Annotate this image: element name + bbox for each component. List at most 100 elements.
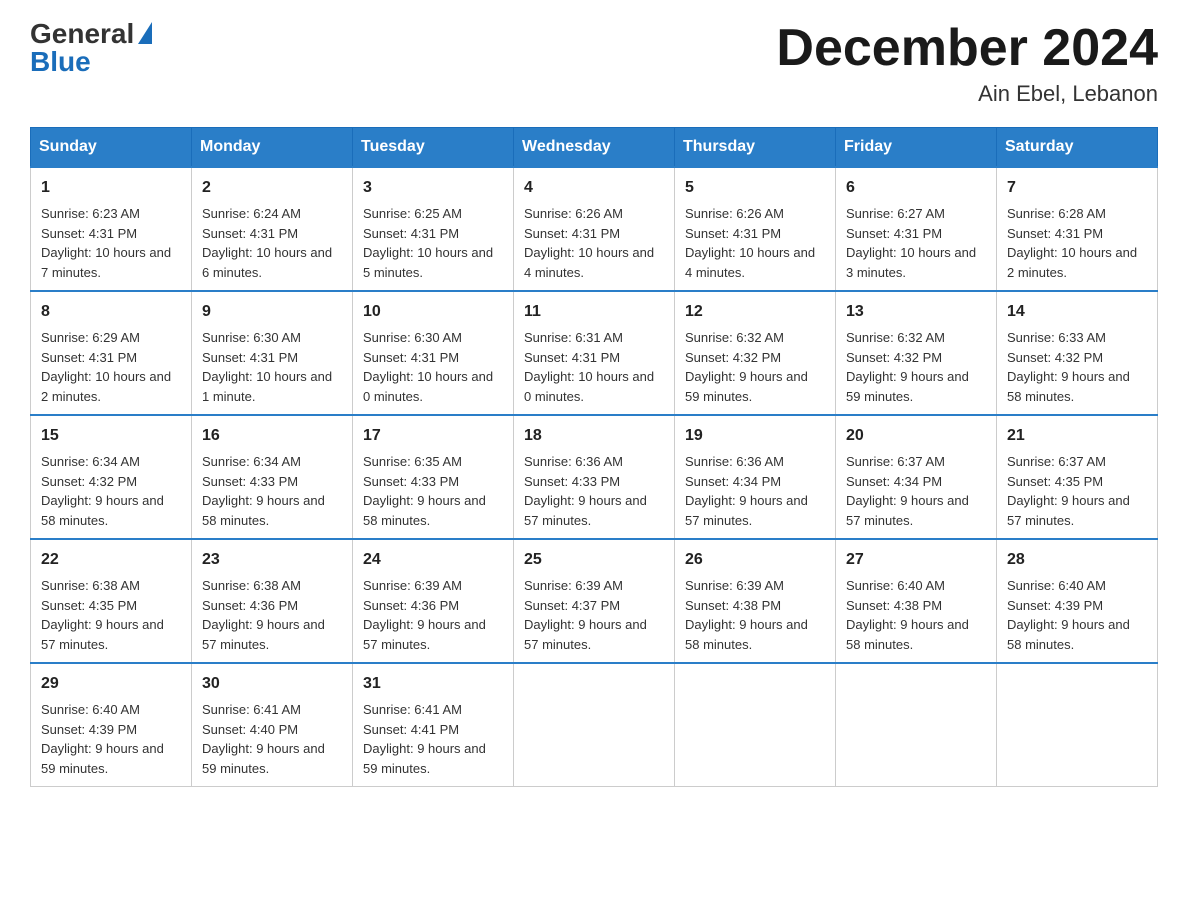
- calendar-cell: [675, 663, 836, 787]
- calendar-cell: 12 Sunrise: 6:32 AM Sunset: 4:32 PM Dayl…: [675, 291, 836, 415]
- page-header: General Blue December 2024 Ain Ebel, Leb…: [30, 20, 1158, 107]
- day-number: 29: [41, 672, 181, 696]
- weekday-header-saturday: Saturday: [997, 128, 1158, 168]
- calendar-cell: [836, 663, 997, 787]
- day-number: 22: [41, 548, 181, 572]
- calendar-cell: 10 Sunrise: 6:30 AM Sunset: 4:31 PM Dayl…: [353, 291, 514, 415]
- calendar-cell: 25 Sunrise: 6:39 AM Sunset: 4:37 PM Dayl…: [514, 539, 675, 663]
- logo: General Blue: [30, 20, 152, 76]
- day-number: 25: [524, 548, 664, 572]
- calendar-cell: 19 Sunrise: 6:36 AM Sunset: 4:34 PM Dayl…: [675, 415, 836, 539]
- calendar-week-row: 22 Sunrise: 6:38 AM Sunset: 4:35 PM Dayl…: [31, 539, 1158, 663]
- calendar-cell: 26 Sunrise: 6:39 AM Sunset: 4:38 PM Dayl…: [675, 539, 836, 663]
- calendar-week-row: 29 Sunrise: 6:40 AM Sunset: 4:39 PM Dayl…: [31, 663, 1158, 787]
- day-number: 11: [524, 300, 664, 324]
- day-info: Sunrise: 6:34 AM Sunset: 4:32 PM Dayligh…: [41, 452, 181, 530]
- day-number: 20: [846, 424, 986, 448]
- calendar-cell: 7 Sunrise: 6:28 AM Sunset: 4:31 PM Dayli…: [997, 167, 1158, 291]
- calendar-body: 1 Sunrise: 6:23 AM Sunset: 4:31 PM Dayli…: [31, 167, 1158, 787]
- day-number: 13: [846, 300, 986, 324]
- day-info: Sunrise: 6:40 AM Sunset: 4:39 PM Dayligh…: [1007, 576, 1147, 654]
- day-info: Sunrise: 6:23 AM Sunset: 4:31 PM Dayligh…: [41, 204, 181, 282]
- day-number: 16: [202, 424, 342, 448]
- day-number: 28: [1007, 548, 1147, 572]
- day-number: 17: [363, 424, 503, 448]
- day-info: Sunrise: 6:32 AM Sunset: 4:32 PM Dayligh…: [846, 328, 986, 406]
- calendar-cell: 4 Sunrise: 6:26 AM Sunset: 4:31 PM Dayli…: [514, 167, 675, 291]
- calendar-cell: 13 Sunrise: 6:32 AM Sunset: 4:32 PM Dayl…: [836, 291, 997, 415]
- day-info: Sunrise: 6:35 AM Sunset: 4:33 PM Dayligh…: [363, 452, 503, 530]
- day-info: Sunrise: 6:30 AM Sunset: 4:31 PM Dayligh…: [202, 328, 342, 406]
- calendar-cell: 17 Sunrise: 6:35 AM Sunset: 4:33 PM Dayl…: [353, 415, 514, 539]
- calendar-cell: 22 Sunrise: 6:38 AM Sunset: 4:35 PM Dayl…: [31, 539, 192, 663]
- day-number: 15: [41, 424, 181, 448]
- day-number: 8: [41, 300, 181, 324]
- location-subtitle: Ain Ebel, Lebanon: [776, 81, 1158, 107]
- calendar-cell: 20 Sunrise: 6:37 AM Sunset: 4:34 PM Dayl…: [836, 415, 997, 539]
- weekday-header-row: SundayMondayTuesdayWednesdayThursdayFrid…: [31, 128, 1158, 168]
- logo-general-text: General: [30, 20, 134, 48]
- month-title: December 2024: [776, 20, 1158, 77]
- day-info: Sunrise: 6:39 AM Sunset: 4:36 PM Dayligh…: [363, 576, 503, 654]
- day-number: 24: [363, 548, 503, 572]
- day-info: Sunrise: 6:32 AM Sunset: 4:32 PM Dayligh…: [685, 328, 825, 406]
- day-info: Sunrise: 6:26 AM Sunset: 4:31 PM Dayligh…: [524, 204, 664, 282]
- day-info: Sunrise: 6:41 AM Sunset: 4:40 PM Dayligh…: [202, 700, 342, 778]
- calendar-cell: 5 Sunrise: 6:26 AM Sunset: 4:31 PM Dayli…: [675, 167, 836, 291]
- day-info: Sunrise: 6:27 AM Sunset: 4:31 PM Dayligh…: [846, 204, 986, 282]
- weekday-header-thursday: Thursday: [675, 128, 836, 168]
- day-info: Sunrise: 6:37 AM Sunset: 4:34 PM Dayligh…: [846, 452, 986, 530]
- day-info: Sunrise: 6:38 AM Sunset: 4:35 PM Dayligh…: [41, 576, 181, 654]
- day-info: Sunrise: 6:41 AM Sunset: 4:41 PM Dayligh…: [363, 700, 503, 778]
- calendar-cell: 27 Sunrise: 6:40 AM Sunset: 4:38 PM Dayl…: [836, 539, 997, 663]
- day-info: Sunrise: 6:26 AM Sunset: 4:31 PM Dayligh…: [685, 204, 825, 282]
- day-number: 23: [202, 548, 342, 572]
- day-info: Sunrise: 6:38 AM Sunset: 4:36 PM Dayligh…: [202, 576, 342, 654]
- day-number: 31: [363, 672, 503, 696]
- day-number: 19: [685, 424, 825, 448]
- weekday-header-tuesday: Tuesday: [353, 128, 514, 168]
- weekday-header-monday: Monday: [192, 128, 353, 168]
- title-block: December 2024 Ain Ebel, Lebanon: [776, 20, 1158, 107]
- calendar-cell: 14 Sunrise: 6:33 AM Sunset: 4:32 PM Dayl…: [997, 291, 1158, 415]
- calendar-cell: 15 Sunrise: 6:34 AM Sunset: 4:32 PM Dayl…: [31, 415, 192, 539]
- calendar-week-row: 1 Sunrise: 6:23 AM Sunset: 4:31 PM Dayli…: [31, 167, 1158, 291]
- calendar-cell: 30 Sunrise: 6:41 AM Sunset: 4:40 PM Dayl…: [192, 663, 353, 787]
- day-number: 30: [202, 672, 342, 696]
- calendar-cell: 31 Sunrise: 6:41 AM Sunset: 4:41 PM Dayl…: [353, 663, 514, 787]
- day-info: Sunrise: 6:39 AM Sunset: 4:38 PM Dayligh…: [685, 576, 825, 654]
- day-number: 6: [846, 176, 986, 200]
- calendar-cell: 1 Sunrise: 6:23 AM Sunset: 4:31 PM Dayli…: [31, 167, 192, 291]
- day-info: Sunrise: 6:36 AM Sunset: 4:34 PM Dayligh…: [685, 452, 825, 530]
- calendar-cell: 28 Sunrise: 6:40 AM Sunset: 4:39 PM Dayl…: [997, 539, 1158, 663]
- day-number: 21: [1007, 424, 1147, 448]
- calendar-cell: 9 Sunrise: 6:30 AM Sunset: 4:31 PM Dayli…: [192, 291, 353, 415]
- day-info: Sunrise: 6:40 AM Sunset: 4:38 PM Dayligh…: [846, 576, 986, 654]
- day-info: Sunrise: 6:30 AM Sunset: 4:31 PM Dayligh…: [363, 328, 503, 406]
- day-info: Sunrise: 6:36 AM Sunset: 4:33 PM Dayligh…: [524, 452, 664, 530]
- day-number: 4: [524, 176, 664, 200]
- day-info: Sunrise: 6:39 AM Sunset: 4:37 PM Dayligh…: [524, 576, 664, 654]
- day-number: 10: [363, 300, 503, 324]
- calendar-cell: [997, 663, 1158, 787]
- calendar-cell: 11 Sunrise: 6:31 AM Sunset: 4:31 PM Dayl…: [514, 291, 675, 415]
- day-number: 18: [524, 424, 664, 448]
- day-info: Sunrise: 6:25 AM Sunset: 4:31 PM Dayligh…: [363, 204, 503, 282]
- day-number: 12: [685, 300, 825, 324]
- calendar-cell: [514, 663, 675, 787]
- day-number: 27: [846, 548, 986, 572]
- calendar-table: SundayMondayTuesdayWednesdayThursdayFrid…: [30, 127, 1158, 787]
- weekday-header-sunday: Sunday: [31, 128, 192, 168]
- day-info: Sunrise: 6:40 AM Sunset: 4:39 PM Dayligh…: [41, 700, 181, 778]
- day-info: Sunrise: 6:34 AM Sunset: 4:33 PM Dayligh…: [202, 452, 342, 530]
- day-number: 26: [685, 548, 825, 572]
- calendar-cell: 8 Sunrise: 6:29 AM Sunset: 4:31 PM Dayli…: [31, 291, 192, 415]
- day-number: 3: [363, 176, 503, 200]
- day-info: Sunrise: 6:29 AM Sunset: 4:31 PM Dayligh…: [41, 328, 181, 406]
- calendar-cell: 23 Sunrise: 6:38 AM Sunset: 4:36 PM Dayl…: [192, 539, 353, 663]
- calendar-cell: 2 Sunrise: 6:24 AM Sunset: 4:31 PM Dayli…: [192, 167, 353, 291]
- calendar-week-row: 8 Sunrise: 6:29 AM Sunset: 4:31 PM Dayli…: [31, 291, 1158, 415]
- day-info: Sunrise: 6:33 AM Sunset: 4:32 PM Dayligh…: [1007, 328, 1147, 406]
- calendar-cell: 24 Sunrise: 6:39 AM Sunset: 4:36 PM Dayl…: [353, 539, 514, 663]
- day-number: 2: [202, 176, 342, 200]
